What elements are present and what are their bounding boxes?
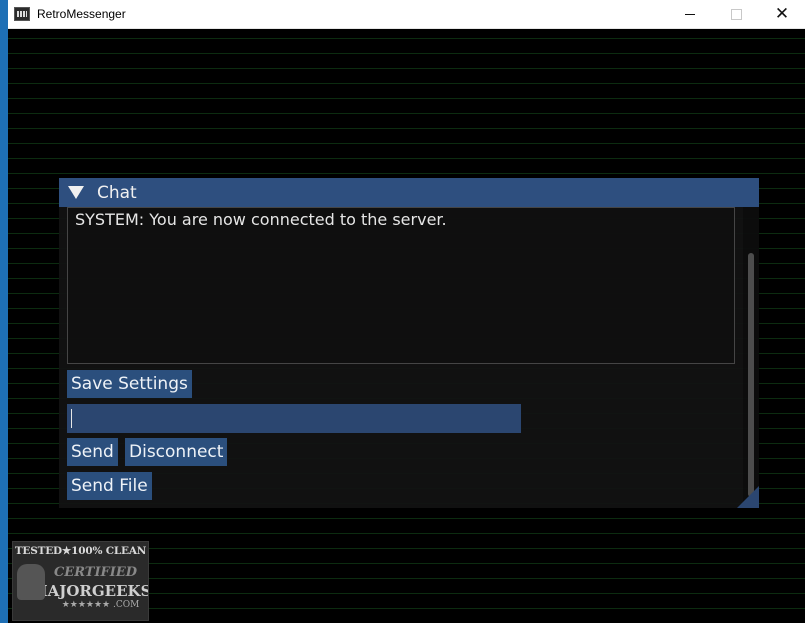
badge-mascot-icon	[17, 564, 45, 600]
client-area: Chat SYSTEM: You are now connected to th…	[8, 29, 805, 623]
title-bar[interactable]: RetroMessenger ✕	[8, 0, 805, 29]
text-caret	[71, 409, 72, 428]
badge-domain-text: ★★★★★★ .COM	[61, 600, 140, 610]
chat-panel-header[interactable]: Chat	[59, 178, 759, 207]
close-icon: ✕	[774, 3, 790, 24]
chat-panel-title: Chat	[97, 182, 137, 203]
disconnect-button[interactable]: Disconnect	[125, 438, 228, 466]
minimize-button[interactable]	[667, 0, 713, 28]
maximize-button[interactable]	[713, 0, 759, 28]
close-button[interactable]: ✕	[759, 0, 805, 28]
message-line: SYSTEM: You are now connected to the ser…	[75, 210, 447, 229]
window-title: RetroMessenger	[37, 7, 126, 21]
app-window: RetroMessenger ✕ Chat SYSTEM: You are no…	[0, 0, 805, 623]
collapse-triangle-icon[interactable]	[68, 186, 84, 199]
window-controls: ✕	[667, 0, 805, 28]
send-button[interactable]: Send	[67, 438, 118, 466]
panel-scrollbar[interactable]	[743, 207, 759, 507]
message-log[interactable]: SYSTEM: You are now connected to the ser…	[67, 207, 735, 364]
send-file-button[interactable]: Send File	[67, 472, 152, 500]
save-settings-button[interactable]: Save Settings	[67, 370, 192, 398]
resize-grip[interactable]	[737, 486, 759, 508]
app-icon	[14, 7, 30, 21]
minimize-icon	[685, 13, 695, 15]
scrollbar-thumb[interactable]	[748, 253, 754, 497]
chat-panel: Chat SYSTEM: You are now connected to th…	[59, 178, 759, 508]
message-input[interactable]	[67, 404, 521, 433]
majorgeeks-badge: TESTED★100% CLEAN CERTIFIED MAJORGEEKS ★…	[12, 541, 149, 621]
maximize-icon	[730, 8, 742, 20]
badge-top-text: TESTED★100% CLEAN	[14, 545, 147, 557]
